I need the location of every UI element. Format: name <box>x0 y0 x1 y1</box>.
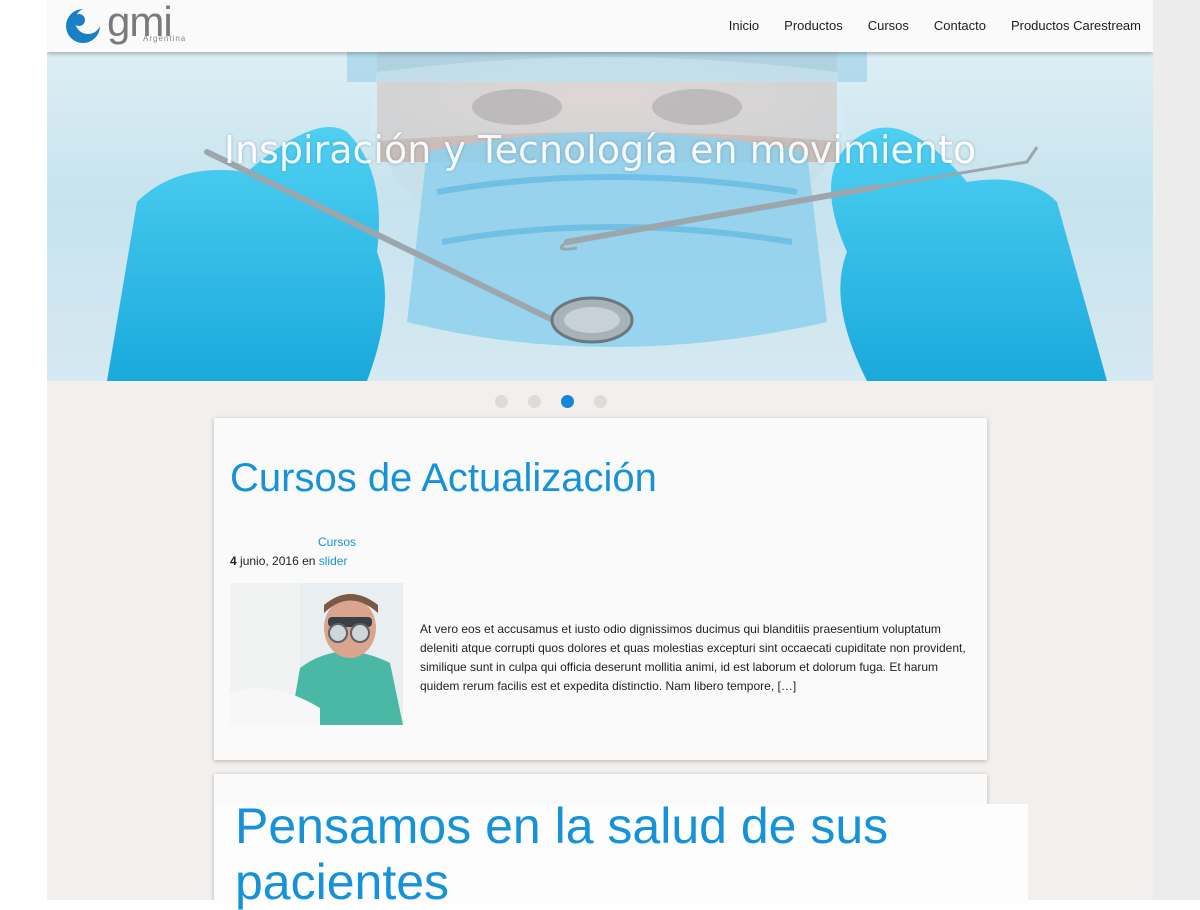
post-meta: 4 junio, 2016 en slider <box>230 554 347 568</box>
post-excerpt: At vero eos et accusamus et iusto odio d… <box>420 622 966 693</box>
post-date-text: junio, 2016 en <box>236 554 319 568</box>
main-nav: Inicio Productos Cursos Contacto Product… <box>729 18 1141 33</box>
dentist-thumbnail-image <box>230 583 403 725</box>
post-title[interactable]: Cursos de Actualización <box>230 456 657 501</box>
slide-title: Inspiración y Tecnología en movimiento <box>223 128 977 172</box>
site-header: gmi Argentina Inicio Productos Cursos Co… <box>47 0 1153 52</box>
gmi-logo-icon <box>66 8 101 43</box>
banner-overlay: Pensamos en la salud de sus pacientes <box>215 798 1028 910</box>
site-frame: gmi Argentina Inicio Productos Cursos Co… <box>47 0 1153 900</box>
nav-contacto[interactable]: Contacto <box>934 18 986 33</box>
slider-dot-active[interactable] <box>561 395 574 408</box>
slider-pagination <box>495 395 607 408</box>
nav-inicio[interactable]: Inicio <box>729 18 759 33</box>
slider-dot[interactable] <box>495 395 508 408</box>
slider-dot[interactable] <box>528 395 541 408</box>
gmi-logo[interactable]: gmi Argentina <box>65 0 195 48</box>
logo-subtitle: Argentina <box>143 34 187 43</box>
nav-cursos[interactable]: Cursos <box>868 18 909 33</box>
nav-productos-carestream[interactable]: Productos Carestream <box>1011 18 1141 33</box>
post-thumbnail[interactable] <box>230 583 403 725</box>
post-tag-link[interactable]: slider <box>319 554 348 568</box>
post-category-link[interactable]: Cursos <box>318 535 356 549</box>
hero-image <box>107 52 1107 381</box>
hero-slider[interactable]: Inspiración y Tecnología en movimiento <box>47 52 1153 381</box>
nav-productos[interactable]: Productos <box>784 18 843 33</box>
slider-dot[interactable] <box>594 395 607 408</box>
post-card: Cursos de Actualización Cursos 4 junio, … <box>214 418 987 760</box>
banner-title: Pensamos en la salud de sus pacientes <box>235 798 889 910</box>
browser-gutter <box>1153 0 1200 900</box>
post-date-day: 4 <box>230 554 237 568</box>
